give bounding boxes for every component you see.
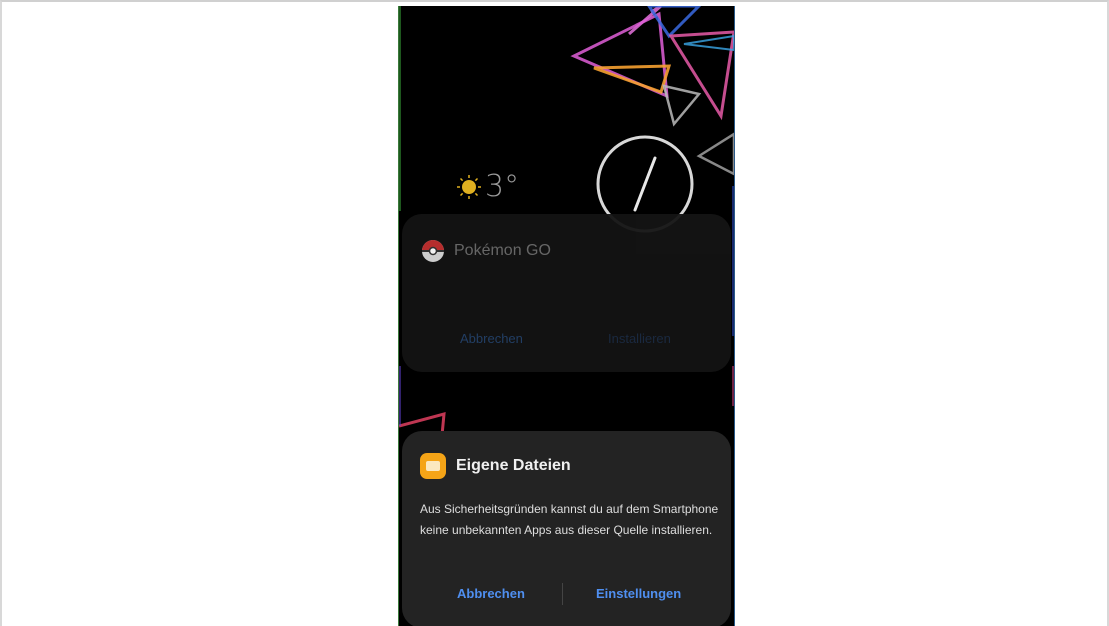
button-divider [562,583,563,605]
weather-widget[interactable]: 3° [457,169,519,204]
my-files-folder-icon [420,453,446,479]
dialog-title-row: Eigene Dateien [420,453,571,479]
unknown-apps-blocked-dialog: Eigene Dateien Aus Sicherheitsgründen ka… [402,431,731,626]
temperature-label: 3° [485,169,520,204]
screenshot-canvas: 3° Pokémon GO Abbrechen Installieren Eig… [0,0,1109,626]
pokemon-app-name: Pokémon GO [454,242,551,259]
dialog-title: Eigene Dateien [456,457,571,474]
pokeball-icon [422,240,444,262]
dialog-message: Aus Sicherheitsgründen kannst du auf dem… [420,502,719,537]
phone-screen: 3° Pokémon GO Abbrechen Installieren Eig… [398,6,735,626]
settings-button[interactable]: Einstellungen [596,586,681,601]
dialog-actions: Abbrechen Einstellungen [402,583,731,605]
pokemon-install-dialog: Pokémon GO Abbrechen Installieren [402,214,731,372]
sun-icon [457,174,481,199]
pokemon-cancel-button[interactable]: Abbrechen [460,331,523,346]
pokemon-app-row: Pokémon GO [420,238,551,264]
folder-inner-shape [426,461,440,471]
cancel-button[interactable]: Abbrechen [457,586,525,601]
pokemon-install-button[interactable]: Installieren [608,331,671,346]
